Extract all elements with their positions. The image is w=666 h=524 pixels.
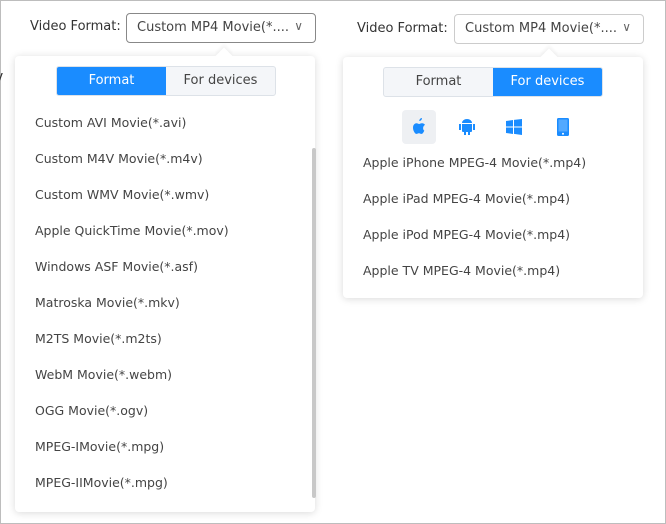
phone-icon[interactable] xyxy=(546,110,580,144)
selected-value: Custom MP4 Movie(*.... xyxy=(137,20,289,35)
scrollbar[interactable] xyxy=(312,148,316,498)
video-format-select[interactable]: Custom MP4 Movie(*.... ∨ xyxy=(454,14,644,44)
video-format-label: Video Format: xyxy=(357,21,448,36)
apple-icon[interactable] xyxy=(402,110,436,144)
tab-format[interactable]: Format xyxy=(57,67,166,95)
format-option[interactable]: Custom AVI Movie(*.avi) xyxy=(35,115,186,130)
format-option[interactable]: Apple iPad MPEG-4 Movie(*.mp4) xyxy=(363,191,570,206)
format-dropdown-right: Format For devices Apple iPhone MPEG-4 M… xyxy=(343,48,643,298)
format-option[interactable]: MPEG-IMovie(*.mpg) xyxy=(35,439,164,454)
format-option[interactable]: MPEG-IIMovie(*.mpg) xyxy=(35,475,168,490)
chevron-down-icon: ∨ xyxy=(622,20,631,34)
format-option[interactable]: OGG Movie(*.ogv) xyxy=(35,403,148,418)
format-dropdown-left: Format For devices Custom AVI Movie(*.av… xyxy=(15,47,316,512)
tab-for-devices[interactable]: For devices xyxy=(166,67,275,95)
video-format-label: Video Format: xyxy=(30,19,121,34)
tab-group: Format For devices xyxy=(383,67,603,97)
format-option[interactable]: Apple iPod MPEG-4 Movie(*.mp4) xyxy=(363,227,570,242)
format-option[interactable]: Apple TV MPEG-4 Movie(*.mp4) xyxy=(363,263,560,278)
chevron-down-icon: ∨ xyxy=(294,19,303,33)
format-option[interactable]: Custom M4V Movie(*.m4v) xyxy=(35,151,203,166)
video-format-select[interactable]: Custom MP4 Movie(*.... ∨ xyxy=(126,13,316,43)
format-option[interactable]: Matroska Movie(*.mkv) xyxy=(35,295,180,310)
format-option[interactable]: Windows ASF Movie(*.asf) xyxy=(35,259,198,274)
android-icon[interactable] xyxy=(450,110,484,144)
windows-icon[interactable] xyxy=(497,110,531,144)
tab-group: Format For devices xyxy=(56,66,276,96)
format-option[interactable]: Apple iPhone MPEG-4 Movie(*.mp4) xyxy=(363,155,586,170)
selected-value: Custom MP4 Movie(*.... xyxy=(465,21,617,36)
tab-for-devices[interactable]: For devices xyxy=(493,68,602,96)
format-option[interactable]: Custom WMV Movie(*.wmv) xyxy=(35,187,209,202)
format-option[interactable]: M2TS Movie(*.m2ts) xyxy=(35,331,162,346)
format-option[interactable]: Apple QuickTime Movie(*.mov) xyxy=(35,223,229,238)
tab-format[interactable]: Format xyxy=(384,68,493,96)
format-option[interactable]: WebM Movie(*.webm) xyxy=(35,367,172,382)
hidden-label-fragment: V xyxy=(0,72,3,87)
